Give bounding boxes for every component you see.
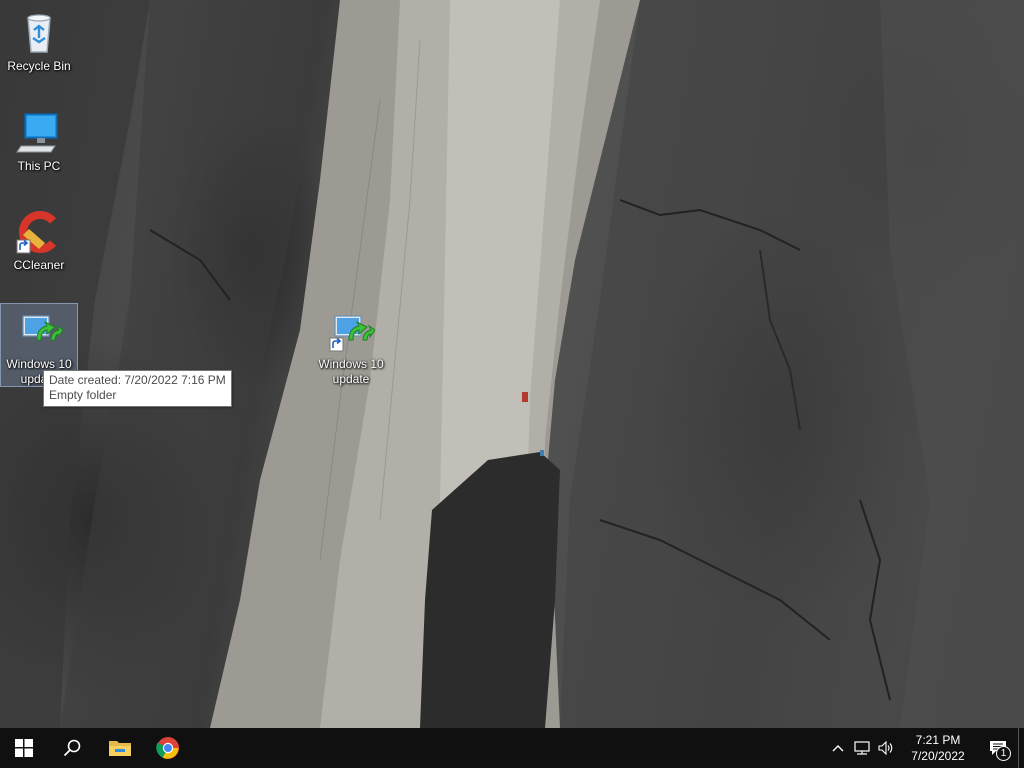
icon-label: This PC [17,159,61,173]
chrome-icon [156,737,179,759]
desktop-icon-recycle-bin[interactable]: Recycle Bin [1,6,77,74]
desktop-icon-ccleaner[interactable]: CCleaner [1,205,77,273]
ccleaner-icon [15,207,63,255]
network-icon [854,741,870,755]
icon-label: Windows 10 update [318,357,384,386]
chrome-button[interactable] [144,728,192,768]
show-hidden-icons-button[interactable] [826,728,850,768]
notification-count-badge: 1 [996,746,1011,761]
taskbar-clock[interactable]: 7:21 PM 7/20/2022 [898,728,978,768]
network-button[interactable] [850,728,874,768]
clock-date: 7/20/2022 [911,749,965,763]
cliff-texture [0,0,1024,728]
volume-icon [878,741,893,755]
tooltip-date-created: Date created: 7/20/2022 7:16 PM [49,373,226,387]
clock-time: 7:21 PM [915,733,961,747]
folder-tooltip: Date created: 7/20/2022 7:16 PM Empty fo… [43,370,232,407]
tooltip-folder-status: Empty folder [49,388,117,402]
desktop-wallpaper [0,0,1024,728]
file-explorer-icon [109,741,131,756]
icon-label: CCleaner [13,258,65,272]
windows-start-icon [15,739,33,757]
show-desktop-button[interactable] [1018,728,1024,768]
windows-update-folder-icon [327,306,376,354]
recycle-bin-icon [15,8,63,56]
taskbar: 7:21 PM 7/20/2022 1 [0,728,1024,768]
system-tray: 7:21 PM 7/20/2022 1 [826,728,1024,768]
desktop-icon-windows-10-update[interactable]: Windows 10 update [313,304,389,387]
chevron-up-icon [832,745,844,752]
action-center-button[interactable]: 1 [978,728,1018,768]
search-button[interactable] [48,728,96,768]
search-icon [63,739,81,757]
volume-button[interactable] [874,728,898,768]
desktop-icon-this-pc[interactable]: This PC [1,106,77,174]
file-explorer-button[interactable] [96,728,144,768]
this-pc-icon [15,108,63,156]
start-button[interactable] [0,728,48,768]
icon-label: Recycle Bin [7,59,71,73]
windows-update-folder-icon [15,306,64,354]
